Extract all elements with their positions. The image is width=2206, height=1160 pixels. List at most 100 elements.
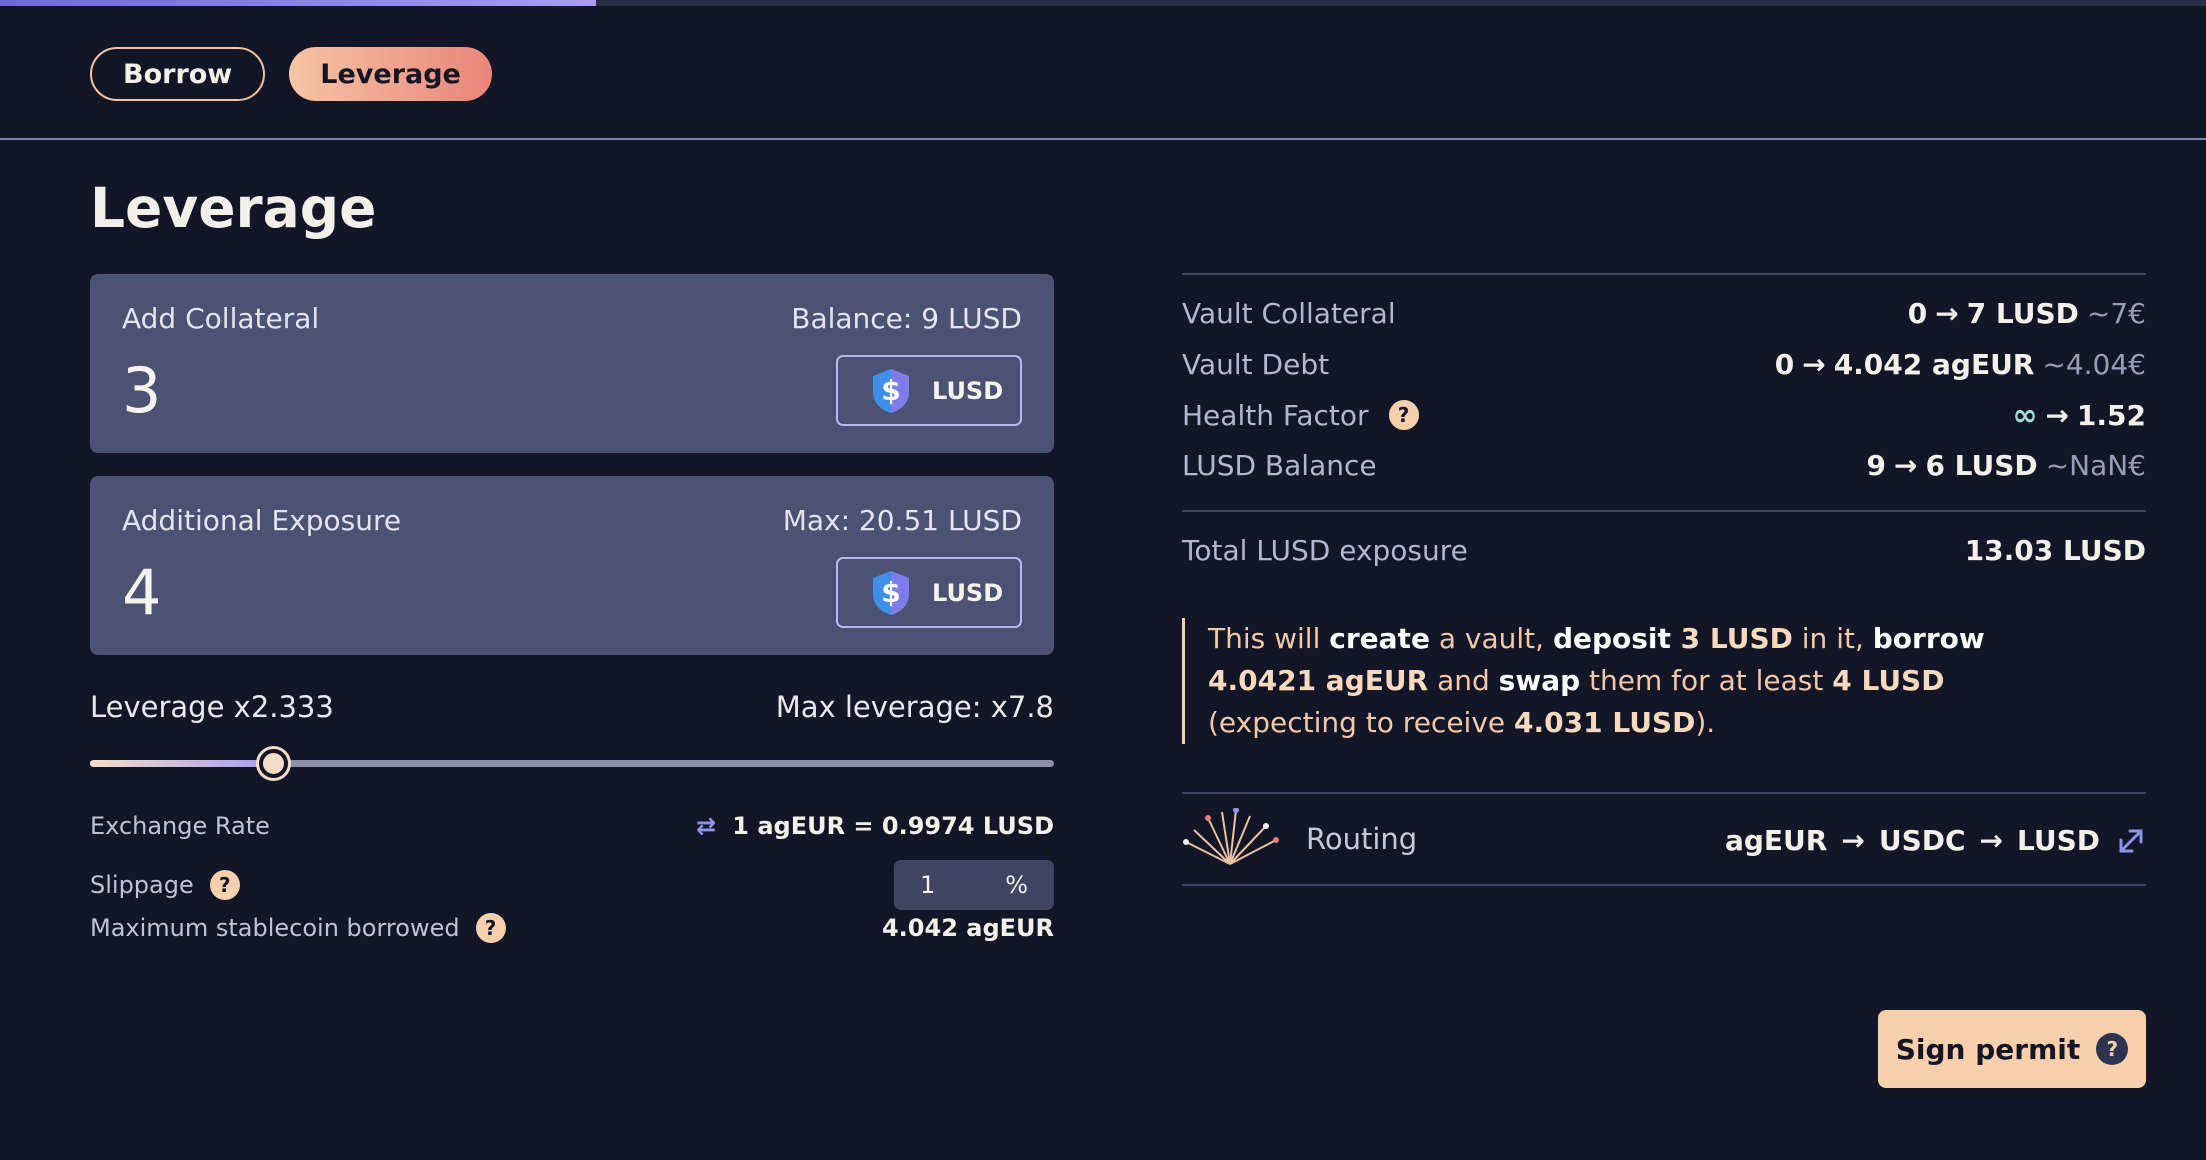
leverage-slider-fill bbox=[90, 760, 274, 767]
sign-permit-button[interactable]: Sign permit ? bbox=[1878, 1010, 2146, 1088]
note-text: This will bbox=[1208, 622, 1330, 655]
svg-text:$: $ bbox=[881, 576, 900, 609]
note-text: (expecting to receive bbox=[1208, 706, 1515, 739]
mode-tabs: Borrow Leverage bbox=[90, 47, 492, 101]
tab-leverage[interactable]: Leverage bbox=[289, 47, 492, 101]
collateral-token-label: LUSD bbox=[932, 376, 1004, 405]
leverage-slider-track[interactable] bbox=[90, 760, 1054, 767]
note-deposit-amount: 3 LUSD bbox=[1670, 622, 1793, 655]
arrow-right-icon: → bbox=[1841, 824, 1865, 857]
vault-collateral-to: 7 LUSD bbox=[1966, 296, 2079, 330]
note-min-amount: 4 LUSD bbox=[1832, 664, 1945, 697]
slippage-input[interactable]: 1 % bbox=[894, 860, 1054, 910]
svg-text:$: $ bbox=[881, 374, 900, 407]
additional-exposure-label: Additional Exposure bbox=[122, 504, 402, 537]
summary-mid-divider bbox=[1182, 510, 2146, 512]
swap-direction-icon[interactable]: ⇄ bbox=[696, 812, 716, 840]
note-borrow-amount: 4.0421 agEUR bbox=[1208, 664, 1429, 697]
note-borrow: borrow bbox=[1872, 622, 1985, 655]
note-create: create bbox=[1329, 622, 1430, 655]
tab-borrow[interactable]: Borrow bbox=[90, 47, 266, 101]
health-factor-to: 1.52 bbox=[2076, 398, 2146, 432]
vault-collateral-row: Vault Collateral 0 → 7 LUSD ~7€ bbox=[1182, 293, 2146, 333]
vault-debt-row: Vault Debt 0 → 4.042 agEUR ~4.04€ bbox=[1182, 344, 2146, 384]
note-deposit: deposit bbox=[1552, 622, 1671, 655]
route-token: USDC bbox=[1878, 824, 1966, 857]
exchange-rate-label: Exchange Rate bbox=[90, 812, 270, 840]
leverage-slider-thumb[interactable] bbox=[259, 749, 289, 778]
collateral-balance[interactable]: Balance: 9 LUSD bbox=[791, 302, 1022, 335]
lusd-balance-from: 9 bbox=[1866, 448, 1886, 482]
slippage-row: Slippage ? 1 % bbox=[90, 860, 1054, 910]
page-title: Leverage bbox=[90, 176, 377, 240]
vault-debt-from: 0 bbox=[1774, 347, 1795, 381]
exposure-amount-input[interactable]: 4 bbox=[122, 556, 161, 629]
exchange-rate-row: Exchange Rate ⇄ 1 agEUR = 0.9974 LUSD bbox=[90, 808, 1054, 844]
collateral-amount-input[interactable]: 3 bbox=[122, 354, 161, 427]
total-exposure-label: Total LUSD exposure bbox=[1182, 533, 1468, 567]
lusd-balance-label: LUSD Balance bbox=[1182, 448, 1377, 482]
lusd-token-icon: $ bbox=[873, 570, 909, 615]
arrow-right-icon: → bbox=[1979, 824, 2003, 857]
routing-fan-icon bbox=[1183, 808, 1279, 865]
note-expected-amount: 4.031 LUSD bbox=[1514, 706, 1696, 739]
routing-label: Routing bbox=[1306, 822, 1418, 856]
health-factor-from: ∞ bbox=[2012, 397, 2038, 433]
add-collateral-card: Add Collateral Balance: 9 LUSD 3 $ LUSD bbox=[90, 274, 1054, 453]
exchange-rate-value: 1 agEUR = 0.9974 LUSD bbox=[732, 812, 1054, 840]
max-leverage-label: Max leverage: x7.8 bbox=[775, 690, 1054, 724]
transaction-summary-note: This will create a vault, deposit 3 LUSD… bbox=[1182, 618, 2032, 744]
note-text: and bbox=[1428, 664, 1499, 697]
note-swap: swap bbox=[1498, 664, 1581, 697]
max-borrow-help-icon[interactable]: ? bbox=[475, 913, 506, 943]
vault-debt-to: 4.042 agEUR bbox=[1833, 347, 2035, 381]
routing-bottom-divider bbox=[1182, 884, 2146, 886]
lusd-token-icon: $ bbox=[873, 368, 909, 413]
exposure-max[interactable]: Max: 20.51 LUSD bbox=[783, 504, 1022, 537]
slippage-value: 1 bbox=[920, 871, 936, 899]
summary-top-divider bbox=[1182, 273, 2146, 275]
exposure-token-label: LUSD bbox=[932, 578, 1004, 607]
exposure-token-selector[interactable]: $ LUSD bbox=[836, 557, 1022, 628]
sign-permit-label: Sign permit bbox=[1895, 1032, 2081, 1066]
routing-top-divider bbox=[1182, 792, 2146, 794]
slippage-help-icon[interactable]: ? bbox=[209, 870, 240, 900]
arrow-right-icon: → bbox=[2045, 398, 2069, 432]
lusd-balance-row: LUSD Balance 9 → 6 LUSD ~NaN€ bbox=[1182, 445, 2146, 485]
vault-debt-label: Vault Debt bbox=[1182, 347, 1330, 381]
arrow-right-icon: → bbox=[1935, 296, 1959, 330]
lusd-balance-to: 6 LUSD bbox=[1925, 448, 2038, 482]
lusd-balance-fiat: ~NaN€ bbox=[2045, 448, 2146, 482]
vault-collateral-label: Vault Collateral bbox=[1182, 296, 1396, 330]
header-divider bbox=[0, 138, 2206, 140]
max-borrow-value: 4.042 agEUR bbox=[881, 914, 1054, 942]
add-collateral-label: Add Collateral bbox=[122, 302, 320, 335]
slippage-label: Slippage bbox=[90, 871, 194, 899]
sign-permit-help-icon[interactable]: ? bbox=[2096, 1033, 2129, 1065]
health-factor-label: Health Factor bbox=[1182, 398, 1369, 432]
slippage-unit: % bbox=[1005, 871, 1028, 899]
health-factor-row: Health Factor ? ∞ → 1.52 bbox=[1182, 395, 2146, 435]
vault-debt-fiat: ~4.04€ bbox=[2042, 347, 2146, 381]
routing-path: agEUR → USDC → LUSD bbox=[1725, 824, 2100, 857]
total-exposure-row: Total LUSD exposure 13.03 LUSD bbox=[1182, 530, 2146, 570]
route-token: agEUR bbox=[1724, 824, 1828, 857]
health-factor-help-icon[interactable]: ? bbox=[1388, 400, 1419, 430]
max-borrow-label: Maximum stablecoin borrowed bbox=[90, 914, 460, 942]
vault-collateral-fiat: ~7€ bbox=[2086, 296, 2146, 330]
leverage-value-label: Leverage x2.333 bbox=[90, 690, 334, 724]
expand-icon[interactable] bbox=[2116, 826, 2146, 856]
progress-bar-fill bbox=[0, 0, 596, 6]
progress-bar bbox=[0, 0, 2206, 6]
note-text: them for at least bbox=[1580, 664, 1833, 697]
note-text: ). bbox=[1695, 706, 1716, 739]
additional-exposure-card: Additional Exposure Max: 20.51 LUSD 4 $ … bbox=[90, 476, 1054, 655]
arrow-right-icon: → bbox=[1893, 448, 1918, 482]
note-text: in it, bbox=[1792, 622, 1873, 655]
vault-collateral-from: 0 bbox=[1907, 296, 1928, 330]
total-exposure-value: 13.03 LUSD bbox=[1964, 533, 2146, 567]
collateral-token-selector[interactable]: $ LUSD bbox=[836, 355, 1022, 426]
max-borrow-row: Maximum stablecoin borrowed ? 4.042 agEU… bbox=[90, 910, 1054, 946]
note-text: a vault, bbox=[1429, 622, 1553, 655]
arrow-right-icon: → bbox=[1802, 347, 1826, 381]
